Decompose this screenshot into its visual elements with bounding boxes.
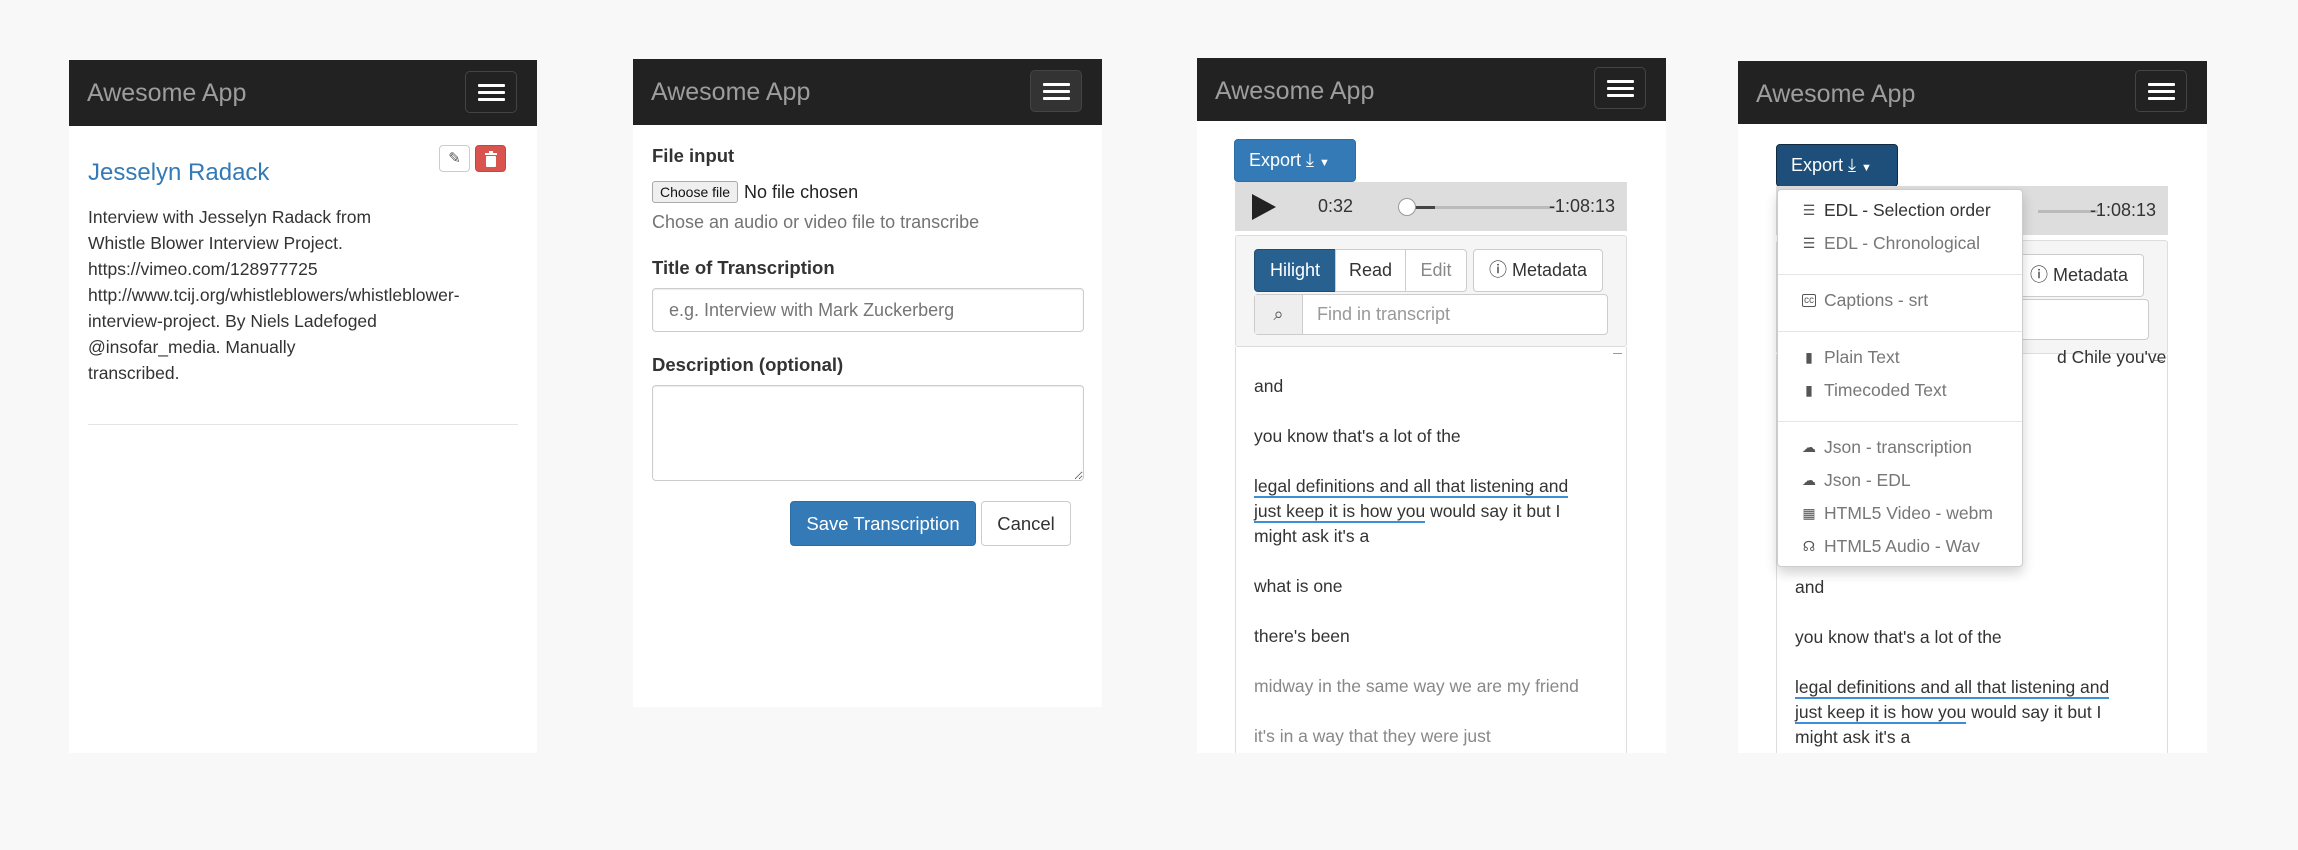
download-icon: ⤓ — [1306, 150, 1315, 170]
navbar: Awesome App — [633, 59, 1102, 125]
scroll-indicator — [1613, 353, 1622, 354]
menu-divider — [1778, 331, 2022, 332]
menu-item-captions-srt[interactable]: cc Captions - srt — [1802, 290, 1928, 311]
transcript-line[interactable]: what is one — [1254, 574, 1594, 599]
metadata-label: Metadata — [1511, 260, 1588, 280]
cloud-download-icon: ☁ — [1802, 472, 1816, 488]
tab-read[interactable]: Read — [1335, 249, 1406, 292]
caret-down-icon: ▼ — [1319, 157, 1330, 169]
menu-item-json-transcription[interactable]: ☁ Json - transcription — [1802, 437, 1972, 458]
list-icon: ☰ — [1802, 235, 1816, 251]
search-input[interactable]: Find in transcript — [1317, 304, 1450, 325]
cancel-button[interactable]: Cancel — [981, 501, 1071, 546]
menu-toggle-button[interactable] — [1594, 67, 1646, 109]
title-label: Title of Transcription — [652, 257, 835, 278]
delete-button[interactable] — [475, 145, 506, 172]
transcript-line[interactable]: you know that's a lot of the — [1254, 424, 1594, 449]
file-icon: ▮ — [1805, 382, 1813, 398]
download-icon: ⤓ — [1848, 155, 1857, 175]
cloud-download-icon: ☁ — [1802, 439, 1816, 455]
export-dropdown-button[interactable]: Export ⤓ ▼ — [1234, 139, 1356, 182]
remaining-time: -1:08:13 — [1548, 196, 1615, 216]
divider — [88, 424, 518, 425]
transcription-description: Interview with Jesselyn Radack from Whis… — [88, 207, 460, 383]
transcript-line[interactable]: it's in a way that they were just — [1254, 724, 1594, 749]
title-input[interactable] — [652, 288, 1084, 332]
description-textarea[interactable] — [652, 385, 1084, 481]
current-time: 0:32 — [1318, 196, 1354, 216]
menu-toggle-button[interactable] — [1030, 70, 1082, 112]
info-icon: ⓘ — [2029, 265, 2048, 285]
menu-item-edl-selection[interactable]: ☰ EDL - Selection order — [1802, 200, 1991, 221]
phone-transcript-editor: Awesome App Export ⤓ ▼ 0:32 -1:08:13 Hil… — [1197, 58, 1666, 753]
tab-edit[interactable]: Edit — [1405, 249, 1467, 292]
export-label: Export — [1249, 150, 1302, 170]
navbar-brand[interactable]: Awesome App — [87, 79, 246, 107]
transcript-line[interactable]: d Chile you've — [2057, 345, 2177, 370]
file-input[interactable]: Choose file No file chosen — [652, 181, 858, 203]
navbar-brand[interactable]: Awesome App — [1756, 80, 1915, 108]
transcript-line[interactable]: there's been — [1254, 624, 1594, 649]
transcription-title-link[interactable]: Jesselyn Radack — [88, 159, 269, 187]
file-input-label: File input — [652, 145, 735, 166]
menu-item-plain-text[interactable]: ▮ Plain Text — [1802, 347, 1899, 368]
caret-down-icon: ▼ — [1861, 162, 1872, 174]
play-icon[interactable] — [1252, 194, 1276, 220]
menu-divider — [1778, 274, 2022, 275]
navbar-brand[interactable]: Awesome App — [651, 78, 810, 106]
transcript-line[interactable]: you know that's a lot of the — [1795, 625, 2135, 650]
phone-export-menu: Awesome App Export ⤓ ▼ -1:08:13 ⓘ Metada… — [1738, 61, 2207, 753]
metadata-button[interactable]: ⓘ Metadata — [2014, 254, 2144, 297]
description-label: Description (optional) — [652, 354, 844, 375]
seek-bar[interactable] — [1405, 206, 1555, 209]
media-player: 0:32 -1:08:13 — [1235, 182, 1627, 231]
menu-item-html5-audio[interactable]: ☊ HTML5 Audio - Wav — [1802, 536, 1980, 557]
info-icon: ⓘ — [1488, 260, 1507, 280]
headphones-icon: ☊ — [1802, 538, 1816, 554]
file-help-text: Chose an audio or video file to transcri… — [652, 212, 980, 232]
transcript-line[interactable]: midway in the same way we are my friend — [1254, 674, 1594, 699]
remaining-time: -1:08:13 — [2089, 200, 2156, 220]
edit-button[interactable]: ✎ — [439, 145, 470, 172]
phone-transcription-detail: Awesome App Jesselyn Radack ✎ Interview … — [69, 60, 537, 753]
save-transcription-button[interactable]: Save Transcription — [790, 501, 976, 546]
trash-icon — [484, 151, 497, 167]
pencil-icon: ✎ — [448, 150, 461, 167]
transcript-line[interactable]: and — [1795, 575, 2135, 600]
export-dropdown-menu: ☰ EDL - Selection order ☰ EDL - Chronologi… — [1777, 189, 2023, 567]
menu-item-edl-chronological[interactable]: ☰ EDL - Chronological — [1802, 233, 1980, 254]
menu-item-html5-video[interactable]: ▦ HTML5 Video - webm — [1802, 503, 1993, 524]
navbar-brand[interactable]: Awesome App — [1215, 77, 1374, 105]
transcript-line-hilighted[interactable]: legal definitions and all that listening… — [1795, 675, 2135, 750]
phone-new-transcription-form: Awesome App File input Choose file No fi… — [633, 59, 1102, 707]
menu-item-timecoded-text[interactable]: ▮ Timecoded Text — [1802, 380, 1946, 401]
film-icon: ▦ — [1802, 505, 1816, 521]
transcript-line[interactable]: and — [1254, 374, 1594, 399]
menu-toggle-button[interactable] — [465, 71, 517, 113]
transcript-line-hilighted[interactable]: legal definitions and all that listening… — [1254, 474, 1594, 549]
metadata-label: Metadata — [2052, 265, 2129, 285]
choose-file-button[interactable]: Choose file — [652, 181, 739, 203]
export-dropdown-button[interactable]: Export ⤓ ▼ — [1776, 144, 1898, 187]
export-label: Export — [1791, 155, 1844, 175]
transcript-toolbar: Hilight Read Edit ⓘ Metadata ⌕ Find in t… — [1235, 235, 1627, 347]
transcript-body: and you know that's a lot of the legal d… — [1235, 347, 1627, 753]
list-icon: ☰ — [1802, 202, 1816, 218]
navbar: Awesome App — [1197, 58, 1666, 121]
navbar: Awesome App — [1738, 61, 2207, 124]
tab-hilight[interactable]: Hilight — [1254, 249, 1336, 292]
file-icon: ▮ — [1805, 349, 1813, 365]
file-status: No file chosen — [744, 181, 859, 202]
captions-icon: cc — [1802, 294, 1816, 307]
metadata-button[interactable]: ⓘ Metadata — [1473, 249, 1603, 292]
seek-handle[interactable] — [1398, 198, 1416, 216]
navbar: Awesome App — [69, 60, 537, 126]
search-icon: ⌕ — [1255, 295, 1303, 334]
transcript-search[interactable]: ⌕ Find in transcript — [1254, 294, 1608, 335]
menu-divider — [1778, 421, 2022, 422]
menu-toggle-button[interactable] — [2135, 70, 2187, 112]
menu-item-json-edl[interactable]: ☁ Json - EDL — [1802, 470, 1911, 491]
